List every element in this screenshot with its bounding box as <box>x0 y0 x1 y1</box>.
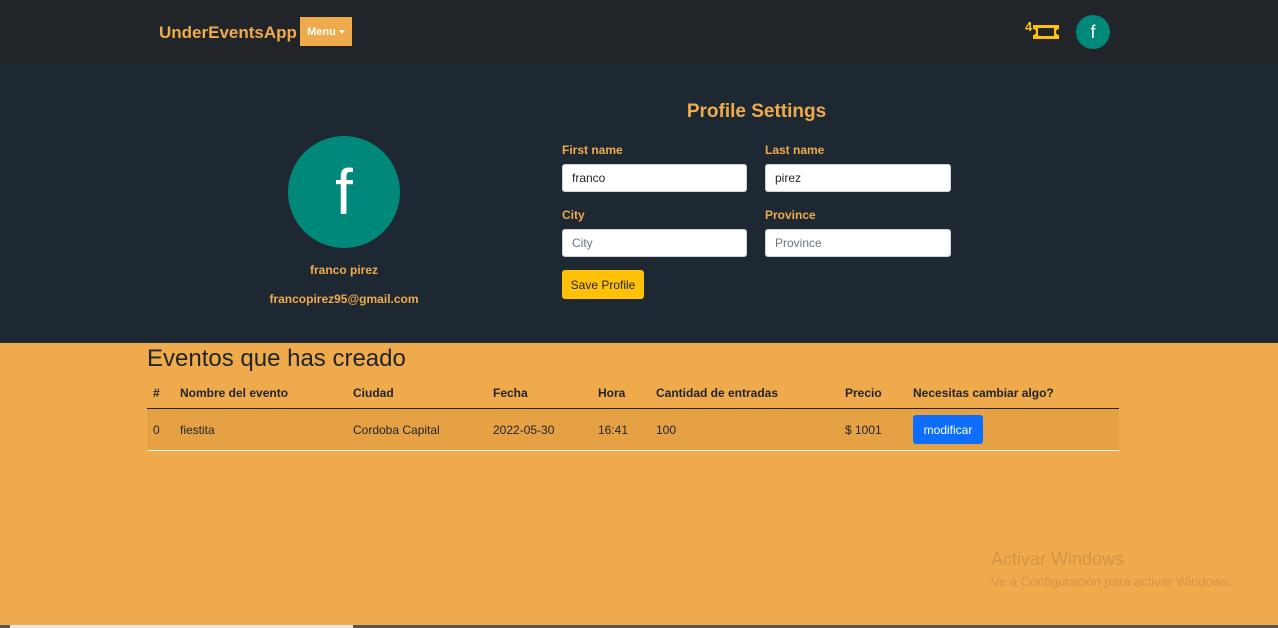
cell-action: modificar <box>907 408 1119 451</box>
cell-event-name: fiestita <box>174 408 347 451</box>
city-field[interactable] <box>562 229 747 257</box>
cell-index: 0 <box>147 408 174 451</box>
windows-activation-title: Activar Windows <box>991 549 1125 569</box>
menu-label: Menu <box>307 25 336 38</box>
events-title: Eventos que has creado <box>147 345 406 372</box>
menu-dropdown-button[interactable]: Menu <box>300 17 352 46</box>
province-label: Province <box>765 208 816 222</box>
cell-date: 2022-05-30 <box>487 408 592 451</box>
last-name-field[interactable] <box>765 164 951 192</box>
profile-avatar: f <box>288 136 400 248</box>
table-row: 0 fiestita Cordoba Capital 2022-05-30 16… <box>147 408 1119 451</box>
profile-email: francopirez95@gmail.com <box>269 292 419 306</box>
top-navbar: UnderEventsApp Menu 4 f <box>0 0 1278 64</box>
first-name-label: First name <box>562 143 623 157</box>
caret-down-icon <box>338 29 345 34</box>
column-header-city: Ciudad <box>347 378 487 409</box>
events-table: # Nombre del evento Ciudad Fecha Hora Ca… <box>147 378 1119 451</box>
save-profile-button[interactable]: Save Profile <box>562 270 644 299</box>
province-field[interactable] <box>765 229 951 257</box>
profile-name: franco pirez <box>309 263 378 277</box>
profile-settings-title: Profile Settings <box>686 101 827 122</box>
profile-avatar-letter: f <box>335 156 353 228</box>
first-name-field[interactable] <box>562 164 747 192</box>
ticket-icon[interactable] <box>1031 22 1061 42</box>
column-header-tickets: Cantidad de entradas <box>650 378 839 409</box>
column-header-action: Necesitas cambiar algo? <box>907 378 1119 409</box>
last-name-label: Last name <box>765 143 825 157</box>
column-header-name: Nombre del evento <box>174 378 347 409</box>
column-header-price: Precio <box>839 378 907 409</box>
avatar-letter: f <box>1090 21 1096 42</box>
cell-price: $ 1001 <box>839 408 907 451</box>
profile-section: f franco pirez francopirez95@gmail.com P… <box>0 64 1278 343</box>
user-avatar[interactable]: f <box>1076 15 1110 49</box>
column-header-time: Hora <box>592 378 650 409</box>
cell-city: Cordoba Capital <box>347 408 487 451</box>
modify-event-button[interactable]: modificar <box>913 415 983 444</box>
table-header-row: # Nombre del evento Ciudad Fecha Hora Ca… <box>147 378 1119 409</box>
cell-time: 16:41 <box>592 408 650 451</box>
brand-logo[interactable]: UnderEventsApp <box>159 23 297 43</box>
cell-tickets: 100 <box>650 408 839 451</box>
column-header-date: Fecha <box>487 378 592 409</box>
city-label: City <box>562 208 585 222</box>
column-header-index: # <box>147 378 174 409</box>
windows-activation-subtitle: Ve a Configuración para activar Windows. <box>991 574 1233 589</box>
